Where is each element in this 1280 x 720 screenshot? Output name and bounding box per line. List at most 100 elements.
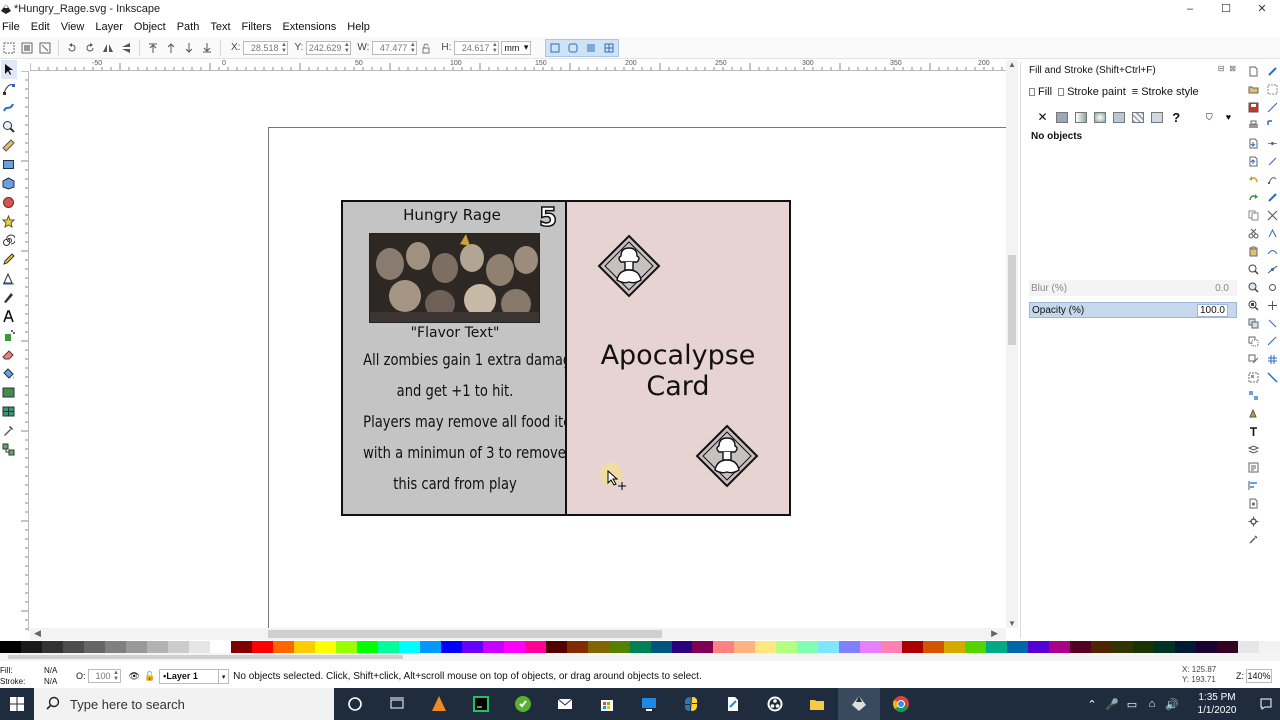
snap-nodes-icon[interactable]: [1265, 170, 1279, 188]
vlc-icon[interactable]: [418, 688, 460, 720]
tab-stroke-paint[interactable]: Stroke paint: [1058, 86, 1126, 98]
x-input[interactable]: [244, 41, 281, 54]
zoom-field[interactable]: 140%: [1246, 669, 1272, 683]
palette-swatch[interactable]: [545, 641, 567, 653]
flip-vertical-icon[interactable]: [118, 40, 134, 56]
snap-grid-icon[interactable]: [1265, 350, 1279, 368]
h-input[interactable]: [455, 41, 492, 54]
unit-select[interactable]: mm ▾: [501, 40, 532, 55]
unset-paint-icon[interactable]: ?: [1169, 109, 1184, 125]
color-palette[interactable]: [0, 641, 1280, 653]
copy-icon[interactable]: [1246, 206, 1260, 224]
palette-swatch[interactable]: [41, 641, 63, 653]
zoom-page-icon[interactable]: [1246, 296, 1260, 314]
w-input[interactable]: [373, 41, 410, 54]
rotate-ccw-icon[interactable]: [64, 40, 80, 56]
card-back[interactable]: Apocalypse Card: [567, 202, 789, 514]
palette-swatch[interactable]: [335, 641, 357, 653]
snap-rotation-centers-icon[interactable]: [1265, 296, 1279, 314]
snap-bbox-centers-icon[interactable]: [1265, 152, 1279, 170]
microphone-icon[interactable]: 🎤: [1102, 698, 1122, 711]
palette-swatch[interactable]: [713, 641, 735, 653]
xml-editor-icon[interactable]: [1246, 458, 1260, 476]
palette-swatch[interactable]: [860, 641, 882, 653]
network-icon[interactable]: ⌂: [1142, 698, 1162, 710]
w-spinbox[interactable]: ▲▼: [372, 40, 418, 55]
palette-swatch[interactable]: [755, 641, 777, 653]
windows-start-icon[interactable]: [0, 688, 34, 720]
deselect-icon[interactable]: [37, 40, 53, 56]
spin-arrows-icon[interactable]: ▲ ▼: [113, 670, 120, 682]
cut-icon[interactable]: [1246, 224, 1260, 242]
rectangle-tool-icon[interactable]: [1, 155, 17, 174]
palette-swatch[interactable]: [902, 641, 924, 653]
scale-stroke-icon[interactable]: [547, 40, 563, 56]
horizontal-scrollbar[interactable]: ◀ ▶: [30, 628, 1006, 640]
lock-proportions-icon[interactable]: [418, 40, 434, 56]
no-paint-icon[interactable]: ✕: [1035, 109, 1050, 125]
scroll-right-icon[interactable]: ▶: [991, 628, 998, 639]
menu-filters[interactable]: Filters: [242, 21, 279, 33]
menu-layer[interactable]: Layer: [95, 21, 130, 33]
task-view-icon[interactable]: [376, 688, 418, 720]
volume-icon[interactable]: 🔊: [1162, 698, 1182, 711]
dropper-tool-icon[interactable]: [1, 421, 17, 440]
blur-slider[interactable]: Blur (%) 0.0: [1029, 280, 1237, 296]
vertical-ruler[interactable]: [18, 71, 29, 631]
layers-dialog-icon[interactable]: [1246, 440, 1260, 458]
palette-swatch[interactable]: [608, 641, 630, 653]
mushroom-cloud-symbol-top[interactable]: [597, 234, 661, 298]
greenshot-icon[interactable]: [502, 688, 544, 720]
star-tool-icon[interactable]: [1, 212, 17, 231]
palette-swatch[interactable]: [104, 641, 126, 653]
x-spinbox[interactable]: ▲▼: [243, 40, 289, 55]
spin-arrows-icon[interactable]: ▲ ▼: [343, 42, 350, 54]
palette-swatch[interactable]: [356, 641, 378, 653]
palette-swatch[interactable]: [209, 641, 231, 653]
menu-file[interactable]: File: [2, 21, 27, 33]
remote-desktop-icon[interactable]: [628, 688, 670, 720]
paste-icon[interactable]: [1246, 242, 1260, 260]
palette-swatch[interactable]: [440, 641, 462, 653]
palette-swatch[interactable]: [482, 641, 504, 653]
import-icon[interactable]: [1246, 134, 1260, 152]
snap-toggle-icon[interactable]: [1265, 62, 1279, 80]
palette-swatch[interactable]: [503, 641, 525, 653]
horizontal-ruler[interactable]: -50 0 50 100 150 200 250 300 350 200: [30, 60, 1010, 71]
pycharm-icon[interactable]: [460, 688, 502, 720]
cortana-icon[interactable]: [334, 688, 376, 720]
raise-icon[interactable]: [163, 40, 179, 56]
measure-tool-icon[interactable]: [1, 136, 17, 155]
unlink-clone-icon[interactable]: [1246, 350, 1260, 368]
palette-swatch[interactable]: [734, 641, 756, 653]
palette-swatch[interactable]: [1049, 641, 1071, 653]
group-icon[interactable]: [1246, 368, 1260, 386]
palette-swatch[interactable]: [797, 641, 819, 653]
snap-midpoints-icon[interactable]: [1265, 260, 1279, 278]
palette-swatch[interactable]: [692, 641, 714, 653]
palette-swatch[interactable]: [1028, 641, 1050, 653]
text-font-dialog-icon[interactable]: [1246, 422, 1260, 440]
palette-swatch[interactable]: [188, 641, 210, 653]
blur-value[interactable]: 0.0: [1215, 283, 1229, 294]
palette-swatch[interactable]: [1133, 641, 1155, 653]
menu-view[interactable]: View: [61, 21, 92, 33]
move-patterns-icon[interactable]: [601, 40, 617, 56]
palette-swatch[interactable]: [587, 641, 609, 653]
minimize-button[interactable]: –: [1172, 0, 1208, 17]
palette-swatch[interactable]: [1175, 641, 1197, 653]
palette-swatch[interactable]: [461, 641, 483, 653]
menu-edit[interactable]: Edit: [31, 21, 57, 33]
rotate-cw-icon[interactable]: [82, 40, 98, 56]
palette-swatch[interactable]: [62, 641, 84, 653]
layer-lock-icon[interactable]: 🔓: [144, 671, 155, 682]
spin-arrows-icon[interactable]: ▲ ▼: [491, 42, 498, 54]
export-icon[interactable]: [1246, 152, 1260, 170]
taskbar-clock[interactable]: 1:35 PM 1/1/2020: [1182, 691, 1252, 717]
snap-bbox-corners-icon[interactable]: [1265, 116, 1279, 134]
ellipse-tool-icon[interactable]: [1, 193, 17, 212]
fill-rule-nonzero-icon[interactable]: ♥: [1221, 109, 1236, 125]
palette-swatch[interactable]: [671, 641, 693, 653]
snap-bbox-icon[interactable]: [1265, 80, 1279, 98]
palette-swatch[interactable]: [629, 641, 651, 653]
